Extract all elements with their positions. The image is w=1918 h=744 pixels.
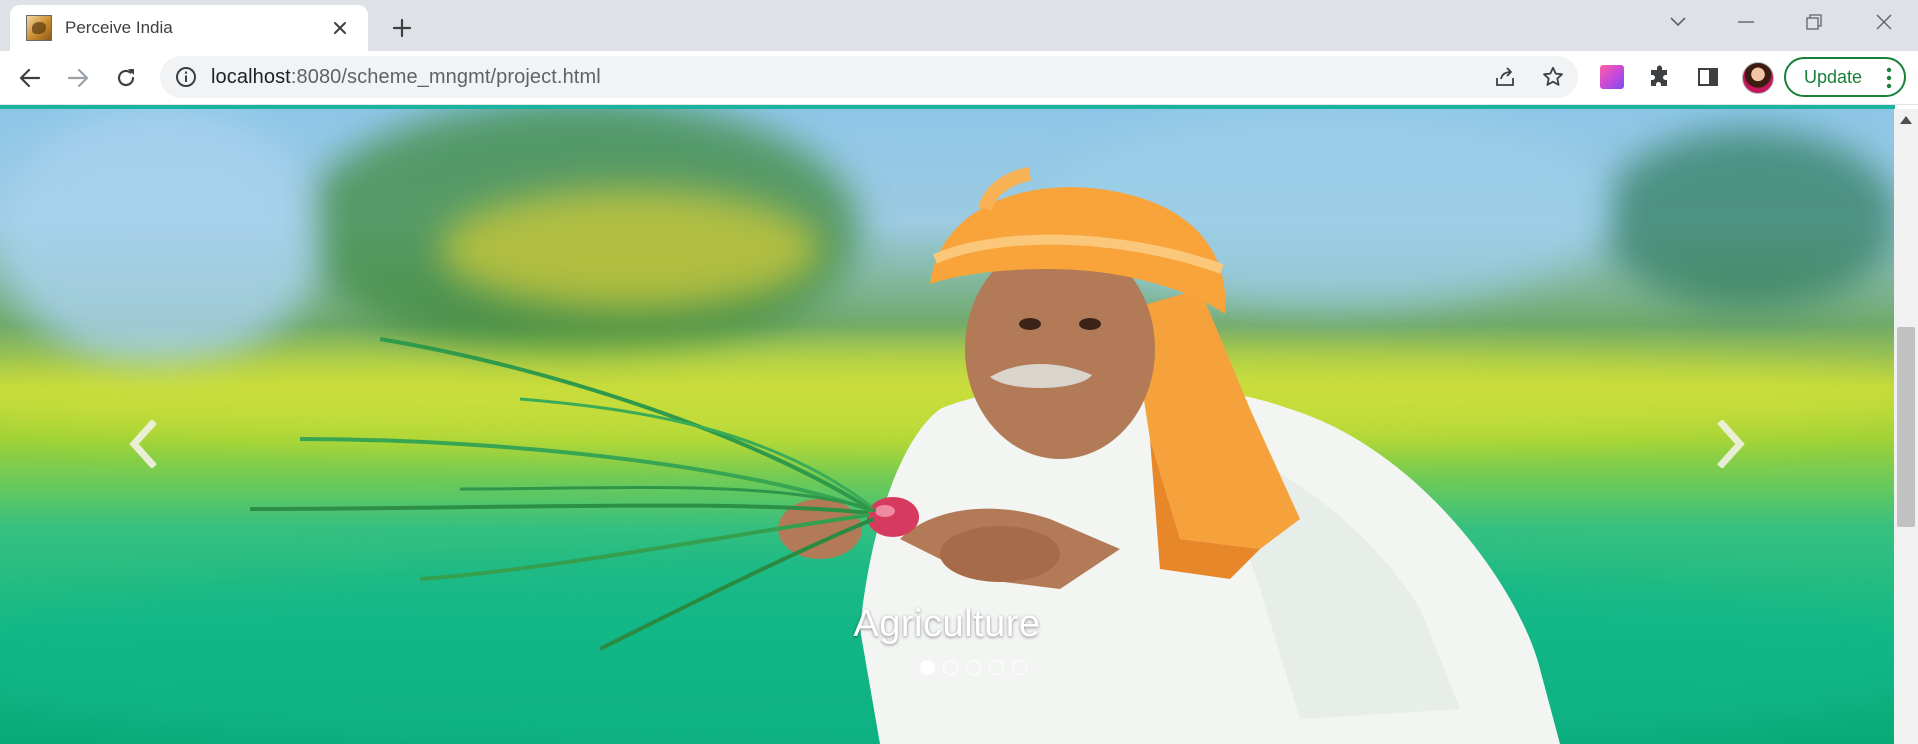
carousel-indicator-1[interactable]	[919, 660, 935, 675]
bookmark-button[interactable]	[1540, 64, 1566, 90]
restore-icon	[1806, 14, 1822, 30]
carousel-indicators	[0, 660, 1894, 675]
new-tab-button[interactable]	[384, 10, 420, 46]
tab-close-button[interactable]	[326, 14, 354, 42]
carousel-indicator-3[interactable]	[965, 660, 981, 675]
scroll-up-button[interactable]	[1894, 109, 1918, 131]
forward-button[interactable]	[60, 60, 96, 96]
browser-tab[interactable]: Perceive India	[10, 5, 368, 51]
tab-search-button[interactable]	[1650, 4, 1706, 40]
reload-icon	[117, 69, 135, 87]
address-bar[interactable]: localhost:8080/scheme_mngmt/project.html	[160, 56, 1578, 98]
url-text: localhost:8080/scheme_mngmt/project.html	[211, 66, 601, 89]
carousel-caption: Agriculture	[853, 603, 1041, 645]
puzzle-icon	[1651, 65, 1667, 86]
restore-button[interactable]	[1786, 4, 1842, 40]
close-icon	[1876, 14, 1892, 30]
url-path: :8080/scheme_mngmt/project.html	[290, 66, 601, 88]
back-button[interactable]	[12, 60, 48, 96]
chevron-left-icon	[129, 420, 157, 468]
arrow-left-icon	[19, 68, 41, 88]
update-button-label: Update	[1804, 66, 1863, 87]
chevron-down-icon	[1670, 17, 1686, 27]
tab-title: Perceive India	[65, 18, 173, 37]
window-close-button[interactable]	[1856, 4, 1912, 40]
url-host: localhost	[211, 66, 291, 88]
carousel-indicator-4[interactable]	[988, 660, 1004, 675]
update-button[interactable]: Update	[1784, 57, 1906, 97]
carousel-indicator-2[interactable]	[942, 660, 958, 675]
info-icon	[176, 67, 196, 87]
page-scrollbar[interactable]	[1894, 109, 1918, 744]
carousel-slide: Agriculture	[0, 109, 1894, 744]
tiger-favicon-icon	[26, 15, 52, 41]
side-panel-icon	[1698, 68, 1718, 86]
scrollbar-thumb[interactable]	[1897, 327, 1915, 527]
carousel-next-button[interactable]	[1700, 414, 1760, 474]
minimize-button[interactable]	[1718, 4, 1774, 40]
plus-icon	[392, 18, 412, 38]
carousel-indicator-5[interactable]	[1011, 660, 1027, 675]
side-panel-button[interactable]	[1694, 63, 1722, 91]
site-info-button[interactable]	[174, 65, 198, 89]
carousel-prev-button[interactable]	[114, 414, 174, 474]
more-vertical-icon	[1886, 67, 1892, 89]
page-viewport: Agriculture	[0, 109, 1894, 744]
arrow-right-icon	[67, 68, 89, 88]
farmer-figure	[249, 167, 1560, 744]
close-icon	[334, 22, 346, 34]
star-icon	[1543, 66, 1563, 86]
minimize-icon	[1738, 21, 1754, 23]
chevron-right-icon	[1717, 420, 1745, 468]
share-icon	[1496, 67, 1514, 86]
tab-strip: Perceive India	[0, 0, 1918, 51]
browser-toolbar: localhost:8080/scheme_mngmt/project.html…	[0, 51, 1918, 105]
extension-button[interactable]	[1598, 63, 1626, 91]
profile-avatar[interactable]	[1742, 62, 1774, 94]
extension-gradient-icon	[1600, 65, 1624, 89]
extensions-menu-button[interactable]	[1646, 63, 1674, 91]
share-button[interactable]	[1492, 64, 1518, 90]
triangle-up-icon	[1900, 116, 1912, 124]
reload-button[interactable]	[108, 60, 144, 96]
